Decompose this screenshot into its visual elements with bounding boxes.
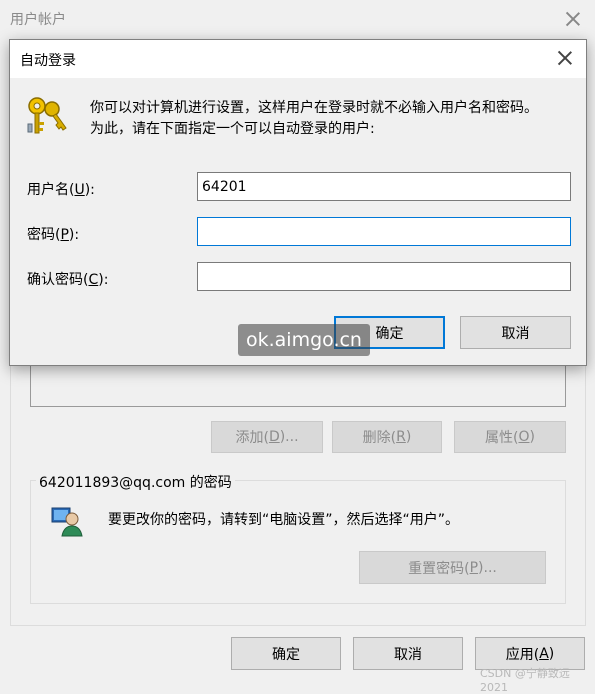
close-icon[interactable] [555,48,575,68]
footer-ok-button[interactable]: 确定 [231,637,341,670]
username-field[interactable]: 64201 [197,172,571,201]
dialog-description-line2: 为此，请在下面指定一个可以自动登录的用户: [90,121,375,137]
dialog-description-line1: 你可以对计算机进行设置，这样用户在登录时就不必输入用户名和密码。 [90,100,538,116]
site-watermark: ok.aimgo.cn [238,324,370,356]
password-field[interactable] [197,217,571,246]
dialog-cancel-button[interactable]: 取消 [460,316,571,349]
csdn-watermark: CSDN @宁静致远2021 [480,667,570,694]
window-title: 用户帐户 [10,12,66,28]
confirm-password-field[interactable] [197,262,571,291]
dialog-title: 自动登录 [20,53,76,69]
panel-border [10,360,586,626]
username-label: 用户名(U): [27,182,95,198]
dialog-titlebar [10,40,586,78]
confirm-password-label: 确认密码(C): [27,272,109,288]
close-icon[interactable] [563,9,583,29]
auto-login-dialog: 自动登录 你可以对计算机进行设置，这样用户在登录时就不必输入用户名和密码。 为此… [9,39,587,366]
password-label: 密码(P): [27,227,80,243]
footer-cancel-button[interactable]: 取消 [353,637,463,670]
keys-icon [25,94,69,136]
